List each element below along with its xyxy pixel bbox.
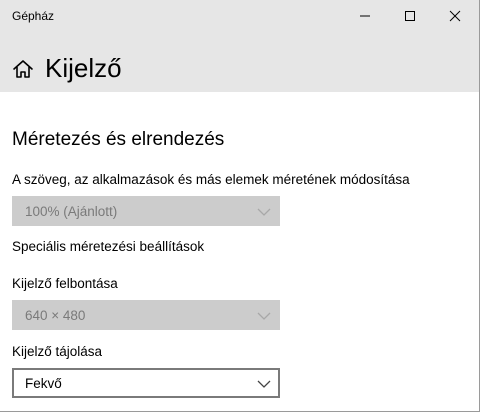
resolution-dropdown[interactable]: 640 × 480 (12, 300, 280, 330)
minimize-button[interactable] (342, 0, 388, 32)
section-heading: Méretezés és elrendezés (12, 129, 225, 150)
orientation-value: Fekvő (25, 376, 62, 391)
home-icon[interactable] (12, 58, 34, 80)
orientation-label: Kijelző tájolása (12, 344, 103, 359)
advanced-scaling-link[interactable]: Speciális méretezési beállítások (12, 238, 204, 256)
settings-content: Méretezés és elrendezés A szöveg, az alk… (0, 92, 479, 411)
page-header: Kijelző (0, 32, 479, 92)
window-title: Gépház (12, 9, 55, 23)
chevron-down-icon (257, 312, 271, 320)
chevron-down-icon (257, 380, 271, 388)
resolution-value: 640 × 480 (25, 308, 86, 323)
chevron-down-icon (257, 208, 271, 216)
maximize-button[interactable] (387, 0, 433, 32)
resolution-label: Kijelző felbontása (12, 276, 118, 291)
scale-dropdown[interactable]: 100% (Ajánlott) (12, 196, 280, 226)
orientation-dropdown[interactable]: Fekvő (12, 368, 280, 398)
scale-label: A szöveg, az alkalmazások és más elemek … (12, 172, 410, 187)
close-icon (449, 10, 461, 22)
settings-window: Gépház Kijelző Méretezés és elrendezés A (0, 0, 480, 412)
maximize-icon (405, 11, 415, 21)
page-title: Kijelző (45, 53, 122, 83)
close-button[interactable] (432, 0, 478, 32)
title-bar[interactable]: Gépház (0, 0, 479, 32)
scale-value: 100% (Ajánlott) (25, 204, 118, 219)
minimize-icon (360, 15, 370, 17)
